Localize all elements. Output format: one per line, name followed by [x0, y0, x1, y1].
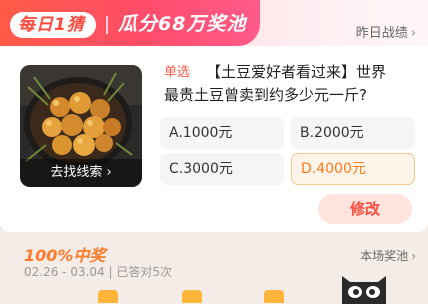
- reward-item-peek: [98, 290, 118, 303]
- question-type-tag: 单选: [164, 65, 191, 80]
- page-title: 每日1猜: [18, 15, 85, 35]
- option-b[interactable]: B.2000元: [291, 117, 415, 149]
- find-clue-label: 去找线索: [50, 165, 103, 180]
- option-d-selected[interactable]: D.4000元: [291, 153, 415, 185]
- prize-pool-link-label: 本场奖池: [360, 249, 409, 263]
- find-clue-button[interactable]: 去找线索 ›: [20, 159, 142, 187]
- reward-item-peek: [182, 290, 202, 303]
- history-link-label: 昨日战绩: [355, 26, 408, 41]
- reward-title: 100%中奖: [24, 246, 106, 265]
- prize-pool-title: 瓜分68万奖池: [118, 13, 247, 35]
- question-text-line2: 最贵土豆曾卖到约多少元一斤?: [164, 86, 367, 104]
- question-text-line1: 【土豆爱好者看过来】世界: [206, 63, 387, 81]
- reward-item-peek: [264, 290, 284, 303]
- chevron-right-icon: ›: [410, 26, 416, 41]
- question-image[interactable]: 去找线索 ›: [20, 65, 142, 187]
- guess-card: 每日1猜 瓜分68万奖池 昨日战绩 › 去找线索 › 单选 【土豆爱好者看过来】…: [0, 0, 428, 232]
- prize-pool-link[interactable]: 本场奖池 ›: [360, 247, 416, 265]
- reward-subtitle: 02.26 - 03.04 | 已答对5次: [24, 265, 172, 279]
- chevron-right-icon: ›: [102, 165, 112, 180]
- chevron-right-icon: ›: [411, 249, 416, 263]
- option-c[interactable]: C.3000元: [160, 153, 284, 185]
- edit-button[interactable]: 修改: [318, 194, 412, 224]
- history-link[interactable]: 昨日战绩 ›: [356, 24, 416, 44]
- tmall-cat-mascot-icon: [342, 276, 386, 304]
- option-a[interactable]: A.1000元: [160, 117, 284, 149]
- header-divider: [106, 16, 108, 34]
